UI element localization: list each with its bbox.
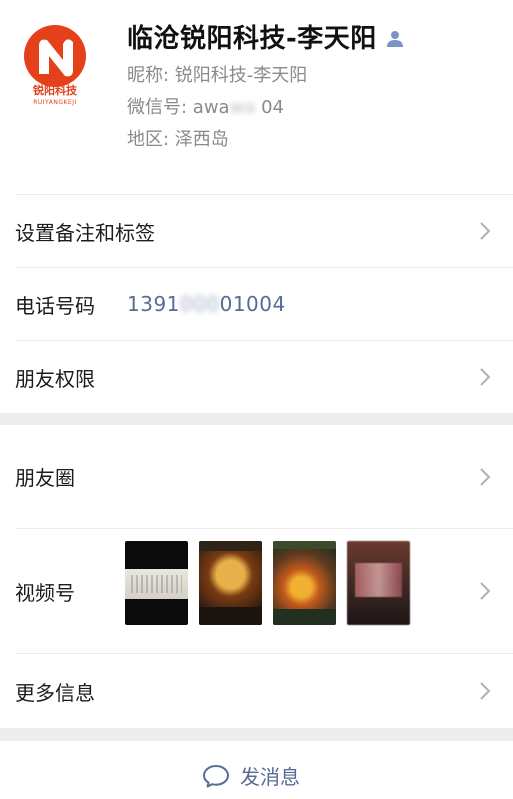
chat-bubble-icon — [203, 764, 229, 787]
moments-row[interactable]: 朋友圈 — [0, 425, 513, 528]
avatar[interactable]: 锐阳科技 RUIYANGKEJI — [17, 20, 93, 106]
profile-header: 锐阳科技 RUIYANGKEJI 临沧锐阳科技-李天阳 昵称: 锐阳科技-李天阳… — [0, 0, 513, 194]
more-info-label: 更多信息 — [15, 680, 95, 705]
channel-thumbnail[interactable] — [273, 541, 336, 625]
svg-text:RUIYANGKEJI: RUIYANGKEJI — [33, 99, 77, 106]
channel-thumbnail[interactable] — [199, 541, 262, 625]
nickname: 昵称: 锐阳科技-李天阳 — [127, 65, 308, 86]
chevron-right-icon — [480, 467, 491, 486]
friend-permissions-label: 朋友权限 — [15, 366, 95, 391]
name-row: 临沧锐阳科技-李天阳 — [127, 22, 405, 56]
region: 地区: 泽西岛 — [127, 129, 229, 150]
send-message-button[interactable]: 发消息 — [0, 741, 513, 799]
send-message-label: 发消息 — [240, 765, 300, 789]
chevron-right-icon — [480, 582, 491, 600]
channel-thumbnail[interactable] — [125, 541, 188, 625]
section-gap — [0, 728, 513, 741]
channels-thumbnails — [125, 541, 410, 625]
svg-text:锐阳科技: 锐阳科技 — [33, 83, 78, 97]
section-gap — [0, 413, 513, 425]
channels-label: 视频号 — [15, 580, 75, 605]
wechat-id: 微信号: awawa 04 — [127, 97, 284, 118]
remark-tags-row[interactable]: 设置备注和标签 — [0, 195, 513, 267]
phone-label: 电话号码 — [15, 293, 95, 318]
display-name: 临沧锐阳科技-李天阳 — [127, 24, 377, 54]
friend-permissions-row[interactable]: 朋友权限 — [0, 341, 513, 413]
more-info-row[interactable]: 更多信息 — [0, 654, 513, 728]
chevron-right-icon — [480, 222, 491, 240]
phone-number-link[interactable]: 139100001004 — [127, 292, 286, 316]
remark-tags-label: 设置备注和标签 — [15, 220, 155, 245]
logo-icon: 锐阳科技 RUIYANGKEJI — [24, 25, 86, 106]
chevron-right-icon — [480, 682, 491, 700]
channels-row[interactable]: 视频号 — [0, 529, 513, 653]
moments-label: 朋友圈 — [15, 466, 75, 490]
channel-thumbnail[interactable] — [347, 541, 410, 625]
chevron-right-icon — [480, 368, 491, 386]
phone-row: 电话号码 139100001004 — [0, 268, 513, 340]
person-icon — [386, 31, 403, 47]
